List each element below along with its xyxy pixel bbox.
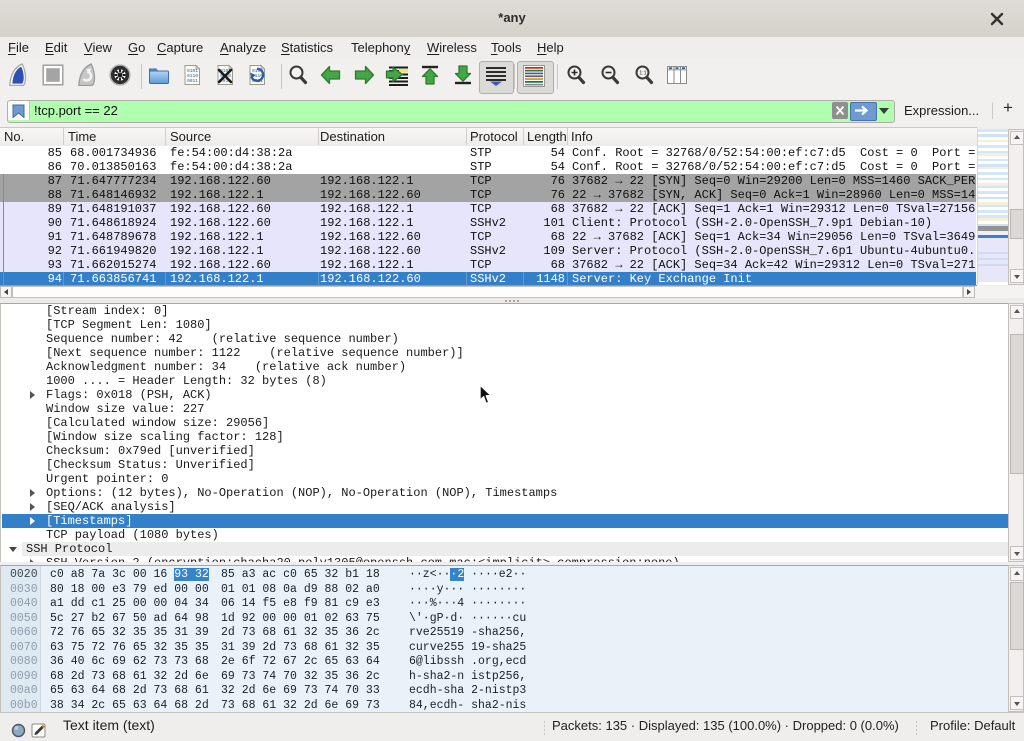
- svg-text:0011: 0011: [187, 78, 198, 84]
- svg-text:1:1: 1:1: [639, 71, 647, 77]
